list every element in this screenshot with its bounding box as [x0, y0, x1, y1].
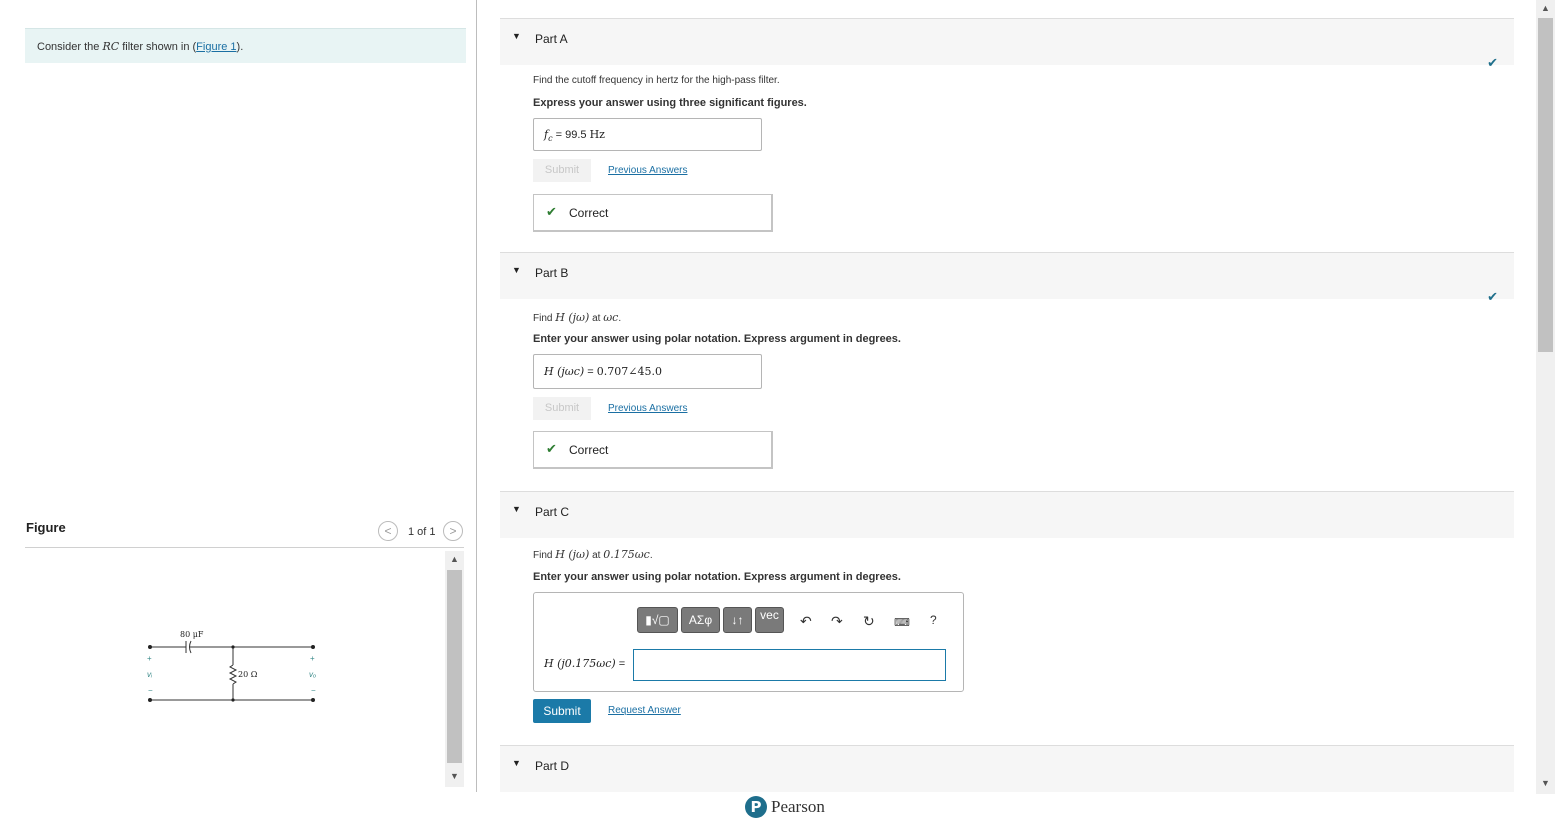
collapse-triangle-icon: ▼: [512, 265, 521, 275]
problem-statement: Consider the RC filter shown in (Figure …: [25, 28, 466, 63]
part-b-answer: H (jωc) = 0.707∠45.0: [544, 365, 662, 378]
question-prefix: Find: [533, 550, 556, 561]
question-mid: at: [589, 313, 604, 324]
part-a-unit: Hz: [589, 128, 605, 141]
templates-button[interactable]: ▮√▢: [637, 607, 678, 633]
equals-sign: =: [615, 658, 626, 670]
collapse-triangle-icon: ▼: [512, 31, 521, 41]
sub-superscript-button[interactable]: ↓↑: [723, 607, 752, 633]
input-minus: −: [148, 686, 153, 695]
part-b-instruction: Enter your answer using polar notation. …: [533, 333, 901, 345]
chevron-left-icon: <: [384, 524, 392, 538]
part-b-feedback: ✔ Correct: [533, 431, 773, 469]
scroll-down-arrow-icon[interactable]: ▼: [1541, 778, 1550, 788]
collapse-triangle-icon: ▼: [512, 504, 521, 514]
problem-text: Consider the RC filter shown in (Figure …: [37, 40, 243, 53]
question-expression: H (jω): [555, 311, 590, 324]
part-a-instruction: Express your answer using three signific…: [533, 97, 807, 109]
answer-lhs: H (j0.175ωc): [544, 657, 616, 670]
greek-symbols-button[interactable]: ΑΣφ: [681, 607, 720, 633]
part-a-feedback: ✔ Correct: [533, 194, 773, 232]
figure-counter: 1 of 1: [408, 526, 436, 538]
pearson-footer: P Pearson: [745, 796, 825, 818]
part-c-question: Find H (jω) at 0.175ωc.: [533, 548, 653, 561]
input-plus: +: [147, 654, 152, 663]
part-a-title: Part A: [535, 32, 568, 46]
part-c-submit-button[interactable]: Submit: [533, 699, 591, 723]
problem-suffix: ).: [236, 41, 244, 53]
pearson-logo-icon: P: [745, 796, 767, 818]
part-c-instruction: Enter your answer using polar notation. …: [533, 571, 901, 583]
part-c-request-answer-link[interactable]: Request Answer: [608, 705, 681, 716]
page-scrollbar-thumb[interactable]: [1538, 18, 1553, 352]
part-a-previous-answers-link[interactable]: Previous Answers: [608, 165, 687, 176]
capacitor-label: 80 μF: [180, 630, 204, 639]
checkmark-icon: ✔: [1487, 289, 1498, 304]
scroll-up-arrow-icon[interactable]: ▲: [450, 554, 459, 564]
feedback-label: Correct: [569, 443, 609, 457]
part-a-submit-button[interactable]: Submit: [533, 159, 591, 182]
check-icon: ✔: [546, 204, 557, 219]
part-b-question: Find H (jω) at ωc.: [533, 311, 621, 324]
question-suffix: .: [649, 550, 653, 561]
reset-icon[interactable]: ↻: [863, 613, 875, 630]
part-a-question: Find the cutoff frequency in hertz for t…: [533, 75, 780, 86]
figure-divider: [25, 547, 464, 548]
prev-figure-button[interactable]: <: [378, 521, 398, 541]
feedback-label: Correct: [569, 206, 609, 220]
part-a-answer: fc = 99.5 Hz: [544, 128, 605, 143]
rc-symbol: RC: [102, 40, 120, 53]
part-b-answer-field[interactable]: H (jωc) = 0.707∠45.0: [533, 354, 762, 389]
figure-heading: Figure: [26, 520, 66, 535]
chevron-right-icon: >: [449, 524, 457, 538]
equals-sign: =: [584, 366, 597, 378]
part-b-submit-button[interactable]: Submit: [533, 397, 591, 420]
part-c-math-editor: ▮√▢ ΑΣφ ↓↑ vec ↶ ↷ ↻ ⌨ ? H (j0.175ωc) =: [533, 592, 964, 692]
part-b-previous-answers-link[interactable]: Previous Answers: [608, 403, 687, 414]
scroll-up-arrow-icon[interactable]: ▲: [1541, 3, 1550, 13]
checkmark-icon: ✔: [1487, 55, 1498, 70]
collapse-triangle-icon: ▼: [512, 758, 521, 768]
pane-divider[interactable]: [476, 0, 477, 792]
part-a-value: 99.5: [565, 129, 587, 141]
part-d-header[interactable]: ▼ Part D: [500, 745, 1514, 792]
check-icon: ✔: [546, 441, 557, 456]
undo-icon[interactable]: ↶: [800, 613, 812, 630]
part-c-answer-label: H (j0.175ωc) =: [544, 657, 625, 670]
question-mid: at: [589, 550, 604, 561]
question-expression: H (jω): [555, 548, 590, 561]
problem-prefix: Consider the: [37, 41, 103, 53]
part-a-header[interactable]: ▼ Part A ✔: [500, 18, 1514, 70]
rc-circuit-diagram: 80 μF 20 Ω + vᵢ − + vₒ −: [147, 630, 316, 702]
output-plus: +: [310, 654, 315, 663]
answer-lhs: H (jωc): [544, 365, 585, 378]
part-c-title: Part C: [535, 505, 570, 519]
part-b-value: 0.707∠45.0: [596, 365, 662, 378]
equals-sign: =: [552, 129, 566, 141]
redo-icon[interactable]: ↷: [831, 613, 843, 630]
question-prefix: Find: [533, 313, 556, 324]
problem-middle: filter shown in (: [119, 41, 197, 53]
part-c-answer-input[interactable]: [633, 649, 946, 681]
pearson-brand: Pearson: [771, 797, 825, 816]
question-at: 0.175ωc: [603, 548, 650, 561]
part-b-header[interactable]: ▼ Part B ✔: [500, 252, 1514, 304]
vector-button[interactable]: vec: [755, 607, 784, 633]
figure-link[interactable]: Figure 1: [196, 41, 236, 53]
figure-scrollbar-thumb[interactable]: [447, 570, 462, 763]
part-c-header[interactable]: ▼ Part C: [500, 491, 1514, 538]
part-a-answer-field[interactable]: fc = 99.5 Hz: [533, 118, 762, 151]
scroll-down-arrow-icon[interactable]: ▼: [450, 771, 459, 781]
next-figure-button[interactable]: >: [443, 521, 463, 541]
help-button[interactable]: ?: [930, 613, 937, 627]
input-voltage-label: vᵢ: [147, 670, 153, 679]
question-suffix: .: [618, 313, 622, 324]
output-voltage-label: vₒ: [309, 670, 316, 679]
question-at: ωc: [603, 311, 619, 324]
resistor-label: 20 Ω: [238, 670, 258, 679]
part-b-title: Part B: [535, 266, 569, 280]
keyboard-icon[interactable]: ⌨: [894, 616, 910, 629]
output-minus: −: [311, 686, 316, 695]
part-d-title: Part D: [535, 759, 570, 773]
